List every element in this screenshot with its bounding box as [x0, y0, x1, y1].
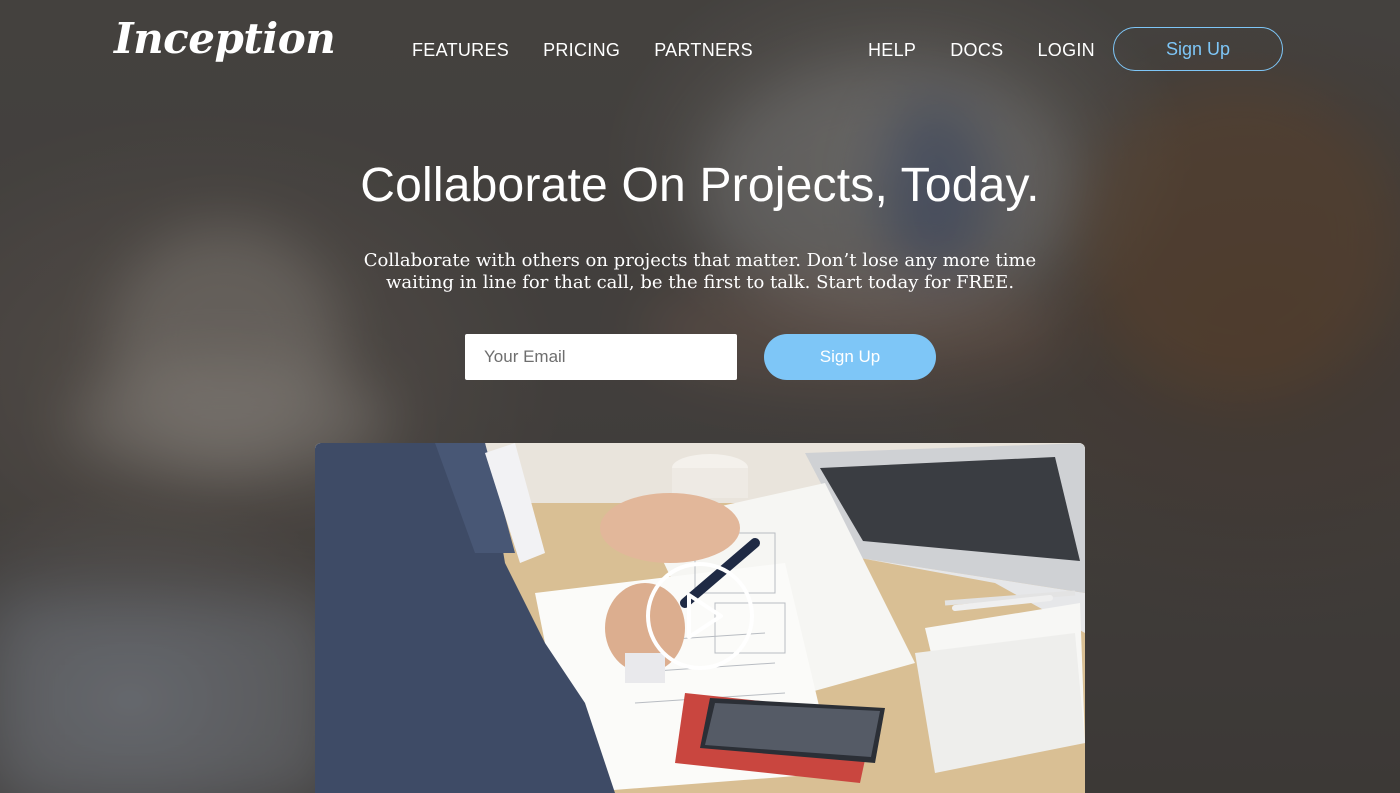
- nav-secondary-links: HELP DOCS LOGIN: [868, 38, 1129, 62]
- hero-subtitle: Collaborate with others on projects that…: [363, 250, 1037, 293]
- nav-link-pricing[interactable]: PRICING: [543, 38, 620, 62]
- logo[interactable]: Inception: [114, 14, 336, 63]
- video-preview[interactable]: [315, 443, 1085, 793]
- email-input[interactable]: [465, 334, 737, 380]
- nav-link-partners[interactable]: PARTNERS: [654, 38, 753, 62]
- nav-link-help[interactable]: HELP: [868, 38, 916, 62]
- nav-link-login[interactable]: LOGIN: [1037, 38, 1095, 62]
- top-nav: Inception FEATURES PRICING PARTNERS HELP…: [0, 0, 1400, 100]
- hero-signup-button[interactable]: Sign Up: [764, 334, 936, 380]
- nav-link-features[interactable]: FEATURES: [412, 38, 509, 62]
- nav-signup-button[interactable]: Sign Up: [1113, 27, 1283, 71]
- nav-primary-links: FEATURES PRICING PARTNERS: [412, 38, 787, 62]
- hero-title: Collaborate On Projects, Today.: [360, 159, 1040, 212]
- play-circle-icon[interactable]: [645, 561, 755, 671]
- nav-link-docs[interactable]: DOCS: [950, 38, 1003, 62]
